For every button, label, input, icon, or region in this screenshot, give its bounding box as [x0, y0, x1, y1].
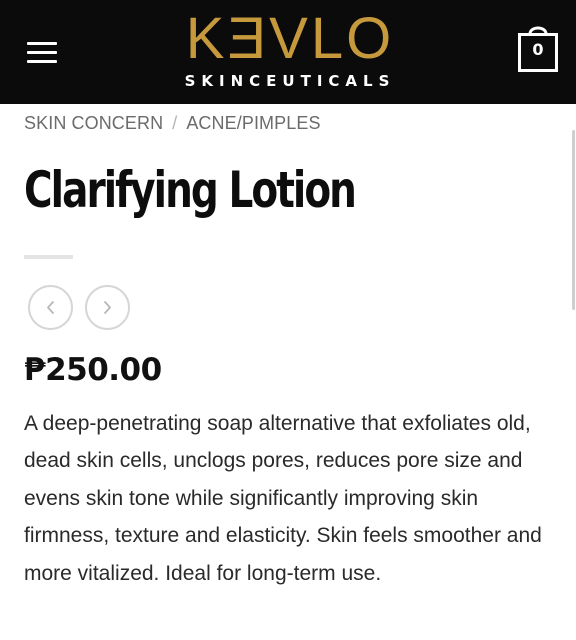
product-description: A deep-penetrating soap alternative that… [24, 412, 542, 585]
previous-product-button[interactable] [28, 285, 73, 330]
cart-count-badge: 0 [532, 40, 544, 59]
product-title: Clarifying Lotion [24, 161, 357, 219]
page-scrollbar[interactable] [572, 130, 575, 310]
product-price: ₱250.00 [24, 352, 162, 388]
breadcrumb-link-acne-pimples[interactable]: ACNE/PIMPLES [186, 113, 320, 133]
chevron-left-icon [47, 301, 54, 314]
logo-wordmark: KƎVLO [185, 6, 395, 71]
menu-line [27, 60, 57, 63]
menu-line [27, 51, 57, 54]
next-product-button[interactable] [85, 285, 130, 330]
top-header-bar: KƎVLO SKINCEUTICALS 0 [0, 0, 576, 104]
chevron-right-icon [104, 301, 111, 314]
menu-line [27, 42, 57, 45]
breadcrumb: SKIN CONCERN / ACNE/PIMPLES [24, 113, 321, 139]
breadcrumb-link-skin-concern[interactable]: SKIN CONCERN [24, 113, 163, 133]
title-divider [24, 255, 73, 259]
hamburger-menu-icon[interactable] [27, 40, 57, 64]
brand-logo[interactable]: KƎVLO SKINCEUTICALS [150, 6, 430, 98]
logo-subtitle: SKINCEUTICALS [184, 72, 396, 90]
cart-button[interactable]: 0 [517, 20, 559, 74]
breadcrumb-separator: / [172, 113, 178, 133]
